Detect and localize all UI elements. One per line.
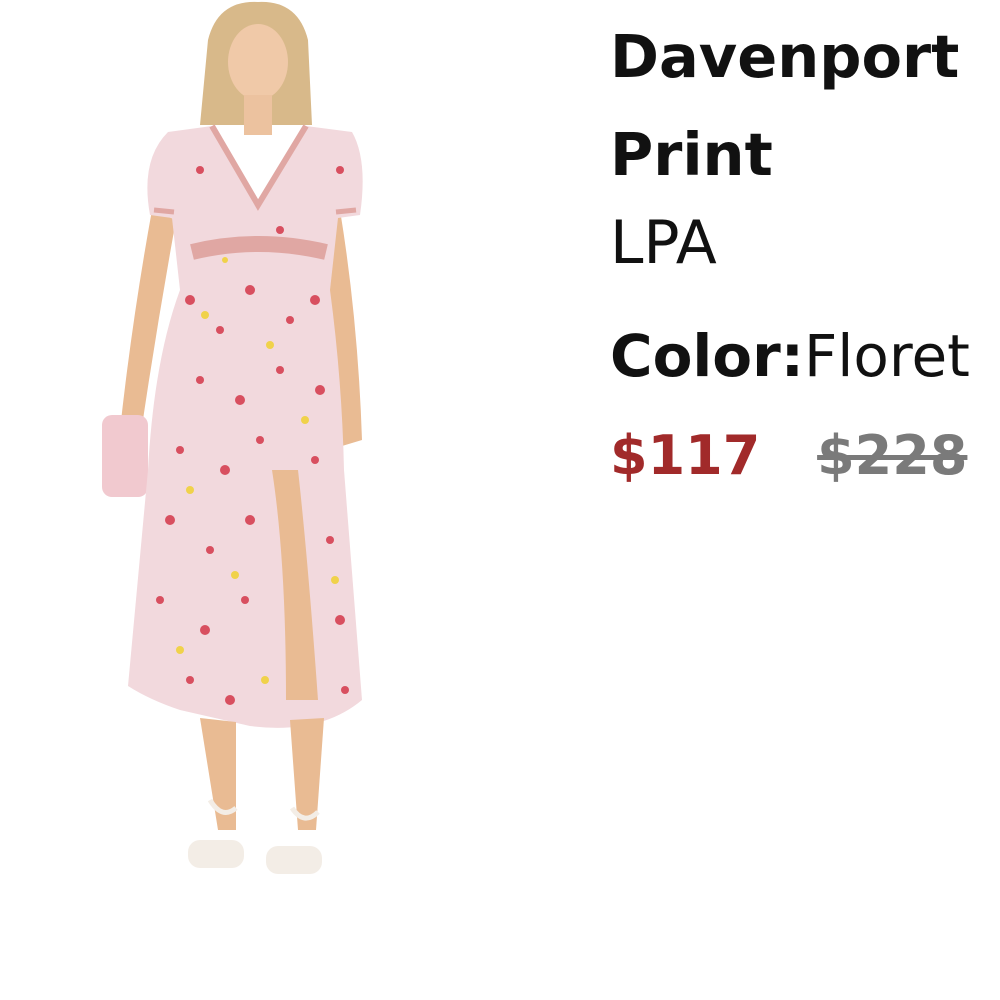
product-page: Davenport Print LPA Color:Floret $117 $2…: [0, 0, 1000, 1000]
product-info: Davenport Print LPA Color:Floret $117 $2…: [610, 0, 1000, 1000]
right-shoe: [266, 846, 322, 874]
color-selector: Color:Floret: [610, 320, 970, 392]
dress: [128, 126, 363, 728]
lace-waist: [190, 236, 328, 260]
product-title-line-1[interactable]: Davenport: [610, 8, 959, 106]
color-label: Color:: [610, 322, 804, 390]
product-title[interactable]: Davenport Print: [610, 8, 959, 204]
brand-name[interactable]: LPA: [610, 208, 717, 278]
original-price: $228: [817, 424, 968, 487]
sale-price: $117: [610, 424, 761, 487]
product-photo[interactable]: [40, 0, 520, 960]
model-legs: [200, 718, 324, 830]
color-value: Floret: [803, 322, 970, 390]
clutch-bag: [102, 415, 148, 497]
product-title-line-2[interactable]: Print: [610, 106, 959, 204]
price-block: $117 $228: [610, 420, 967, 492]
model-face: [228, 24, 288, 100]
left-shoe: [188, 840, 244, 868]
